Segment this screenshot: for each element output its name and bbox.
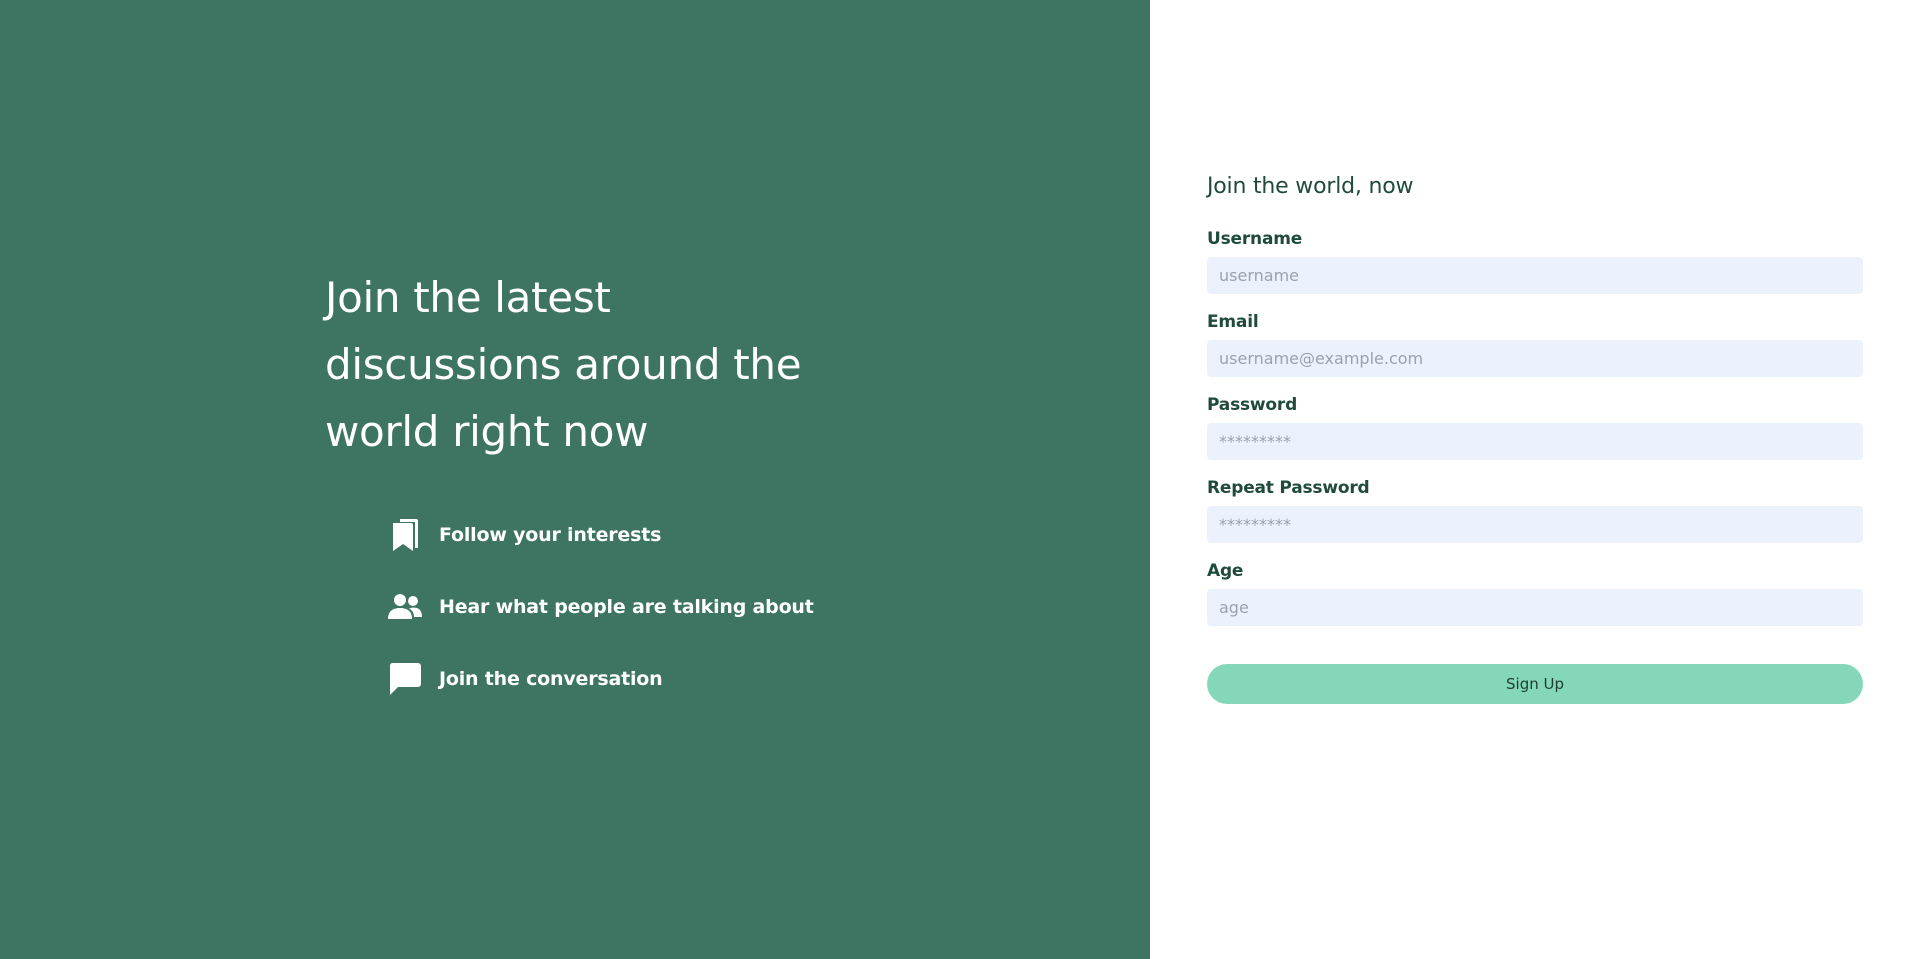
email-input[interactable]	[1207, 340, 1863, 377]
feature-list: Follow your interests Hear what people a…	[387, 517, 825, 697]
signup-form: Join the world, now Username Email Passw…	[1207, 174, 1863, 704]
people-icon	[387, 589, 423, 625]
feature-label: Follow your interests	[439, 524, 662, 546]
email-field-group: Email	[1207, 312, 1863, 377]
repeat-password-field-group: Repeat Password	[1207, 478, 1863, 543]
age-field-group: Age	[1207, 561, 1863, 626]
username-input[interactable]	[1207, 257, 1863, 294]
signup-page: Join the latest discussions around the w…	[0, 0, 1919, 959]
feature-item-conversation: Join the conversation	[387, 661, 825, 697]
form-title: Join the world, now	[1207, 174, 1414, 199]
password-label: Password	[1207, 395, 1298, 415]
username-label: Username	[1207, 229, 1303, 249]
username-field-group: Username	[1207, 229, 1863, 294]
hero-content: Join the latest discussions around the w…	[325, 264, 825, 733]
hero-panel: Join the latest discussions around the w…	[0, 0, 1150, 959]
signup-panel: Join the world, now Username Email Passw…	[1150, 0, 1919, 959]
email-label: Email	[1207, 312, 1259, 332]
repeat-password-input[interactable]	[1207, 506, 1863, 543]
chat-bubble-icon	[387, 661, 423, 697]
age-input[interactable]	[1207, 589, 1863, 626]
hero-title: Join the latest discussions around the w…	[325, 273, 802, 456]
feature-item-people: Hear what people are talking about	[387, 589, 825, 625]
feature-item-interests: Follow your interests	[387, 517, 825, 553]
sign-up-button[interactable]: Sign Up	[1207, 664, 1863, 704]
password-field-group: Password	[1207, 395, 1863, 460]
bookmark-icon	[387, 517, 423, 553]
password-input[interactable]	[1207, 423, 1863, 460]
repeat-password-label: Repeat Password	[1207, 478, 1370, 498]
age-label: Age	[1207, 561, 1244, 581]
feature-label: Hear what people are talking about	[439, 596, 814, 618]
feature-label: Join the conversation	[439, 668, 663, 690]
